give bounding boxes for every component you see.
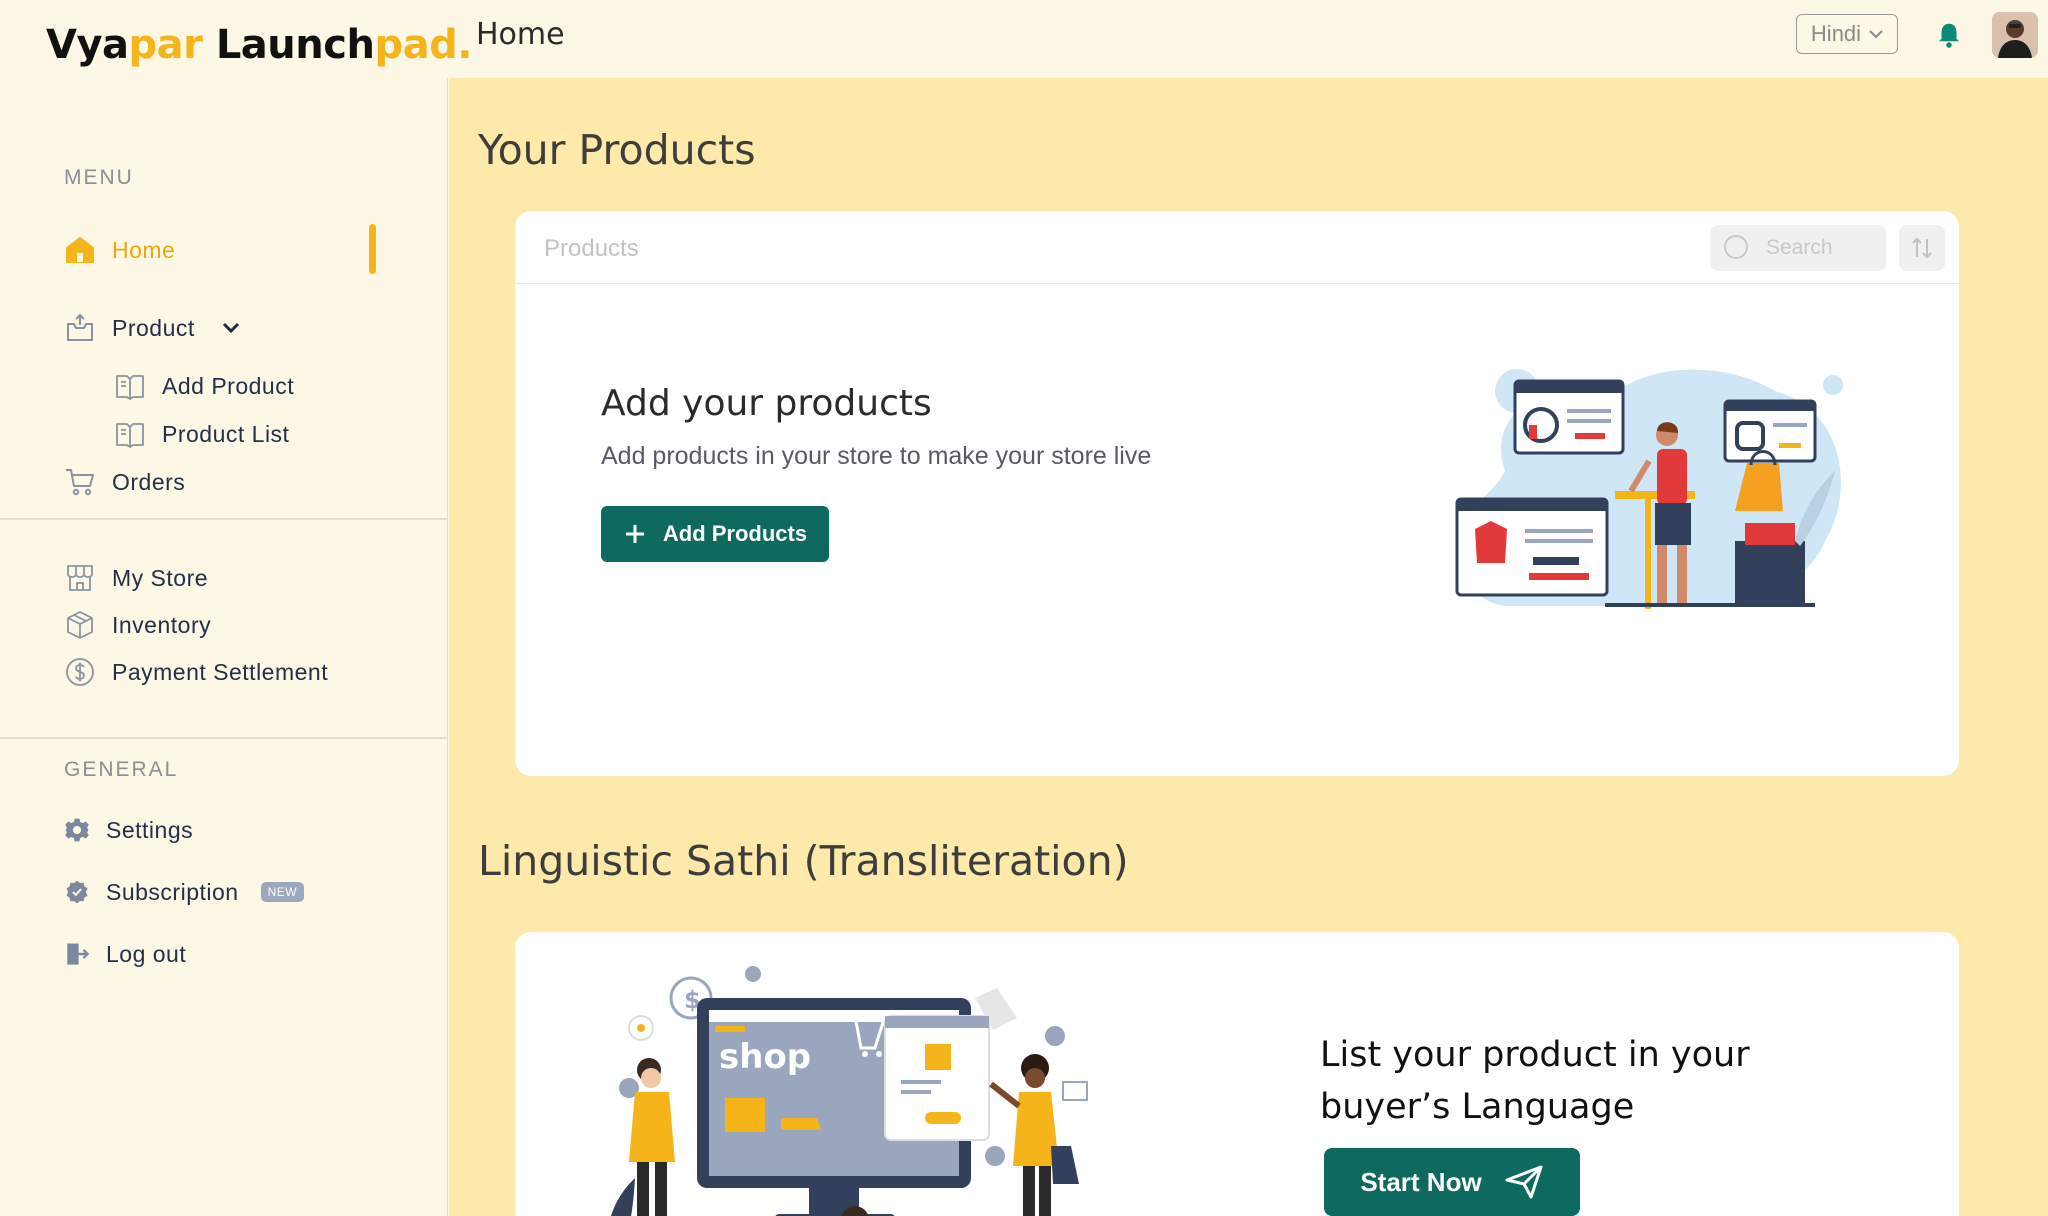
start-now-button-label: Start Now bbox=[1360, 1166, 1482, 1197]
sidebar-item-my-store-label: My Store bbox=[112, 564, 209, 591]
book-icon bbox=[116, 423, 144, 448]
badge-icon bbox=[66, 880, 88, 904]
sidebar-item-add-product-label: Add Product bbox=[162, 372, 295, 399]
sidebar-item-inventory[interactable]: Inventory bbox=[64, 605, 211, 645]
search-input[interactable]: Search bbox=[1710, 225, 1886, 271]
main-content: Your Products Products Search Add your p… bbox=[449, 78, 2048, 1216]
shop-illustration-text: shop bbox=[719, 1037, 811, 1077]
sidebar-item-product-list-label: Product List bbox=[162, 420, 290, 447]
home-icon bbox=[66, 237, 94, 263]
add-products-button-label: Add Products bbox=[662, 521, 808, 546]
app-logo[interactable]: Vyapar Launchpad. bbox=[46, 22, 472, 68]
shop-illustration: $ shop bbox=[611, 966, 1088, 1216]
new-badge: NEW bbox=[260, 882, 305, 902]
sidebar-item-add-product[interactable]: Add Product bbox=[114, 366, 294, 406]
sidebar-item-orders[interactable]: Orders bbox=[64, 462, 185, 502]
store-icon bbox=[67, 565, 93, 591]
user-avatar[interactable] bbox=[1992, 12, 2038, 58]
logo-text-pad: pad. bbox=[374, 22, 472, 68]
sidebar-divider bbox=[0, 737, 447, 739]
box-icon bbox=[67, 313, 93, 341]
logout-icon bbox=[67, 943, 90, 965]
sidebar-item-settings-label: Settings bbox=[106, 816, 194, 843]
active-indicator bbox=[369, 224, 376, 274]
plus-icon bbox=[625, 525, 644, 543]
sidebar-item-home[interactable]: Home bbox=[64, 230, 175, 270]
sidebar-divider bbox=[0, 518, 447, 520]
logo-text-par: par bbox=[128, 22, 203, 68]
chevron-down-icon[interactable] bbox=[221, 321, 241, 335]
sidebar-item-my-store[interactable]: My Store bbox=[64, 558, 208, 598]
search-placeholder: Search bbox=[1766, 236, 1833, 259]
language-select[interactable]: Hindi bbox=[1796, 14, 1898, 54]
sidebar-item-orders-label: Orders bbox=[112, 468, 186, 495]
sidebar-item-home-label: Home bbox=[112, 236, 176, 263]
your-products-heading: Your Products bbox=[478, 126, 756, 174]
sidebar-item-product-list[interactable]: Product List bbox=[114, 414, 289, 454]
logo-text-vya: Vya bbox=[46, 22, 129, 68]
gear-icon bbox=[65, 818, 89, 842]
sidebar-item-payment-settlement-label: Payment Settlement bbox=[112, 658, 329, 685]
linguistic-card: $ shop List your product in your buyer’s… bbox=[515, 932, 1959, 1216]
sort-icon bbox=[1912, 237, 1932, 259]
search-icon bbox=[1724, 235, 1748, 259]
cart-icon bbox=[66, 469, 94, 496]
logo-text-launch: Launch bbox=[202, 22, 375, 68]
sidebar-item-settings[interactable]: Settings bbox=[64, 810, 193, 850]
start-now-button[interactable]: Start Now bbox=[1324, 1148, 1580, 1216]
top-bar: Vyapar Launchpad. Home Hindi bbox=[0, 0, 2048, 78]
sidebar-item-logout[interactable]: Log out bbox=[64, 934, 186, 974]
sort-button[interactable] bbox=[1899, 225, 1945, 271]
linguistic-card-title: List your product in your buyer’s Langua… bbox=[1320, 1035, 1750, 1127]
package-icon bbox=[67, 611, 93, 639]
general-section-label: GENERAL bbox=[64, 758, 179, 781]
book-icon bbox=[116, 375, 144, 400]
sidebar: MENU Home Product Add Product Product Li… bbox=[0, 78, 448, 1216]
add-products-button[interactable]: Add Products bbox=[601, 506, 829, 562]
products-card: Products Search Add your products Add pr… bbox=[515, 211, 1959, 776]
products-card-header: Products Search bbox=[515, 211, 1959, 284]
sidebar-item-payment-settlement[interactable]: Payment Settlement bbox=[64, 652, 328, 692]
dollar-icon bbox=[66, 658, 94, 686]
sidebar-item-subscription-label: Subscription bbox=[106, 878, 239, 905]
sidebar-item-logout-label: Log out bbox=[106, 940, 187, 967]
sidebar-item-subscription[interactable]: Subscription NEW bbox=[64, 872, 305, 912]
online-store-illustration bbox=[1455, 369, 1843, 609]
products-card-title: Products bbox=[544, 235, 639, 262]
empty-state-title: Add your products bbox=[601, 383, 932, 424]
chevron-down-icon bbox=[1869, 30, 1883, 39]
page-title: Home bbox=[476, 17, 565, 52]
sidebar-item-product[interactable]: Product bbox=[64, 308, 241, 348]
bell-icon[interactable] bbox=[1934, 20, 1964, 50]
send-icon bbox=[1505, 1165, 1543, 1199]
language-select-value: Hindi bbox=[1810, 21, 1862, 46]
linguistic-sathi-heading: Linguistic Sathi (Transliteration) bbox=[478, 837, 1129, 885]
sidebar-item-inventory-label: Inventory bbox=[112, 611, 212, 638]
sidebar-item-product-label: Product bbox=[112, 314, 195, 341]
menu-section-label: MENU bbox=[64, 166, 134, 189]
empty-state-description: Add products in your store to make your … bbox=[601, 442, 1152, 470]
